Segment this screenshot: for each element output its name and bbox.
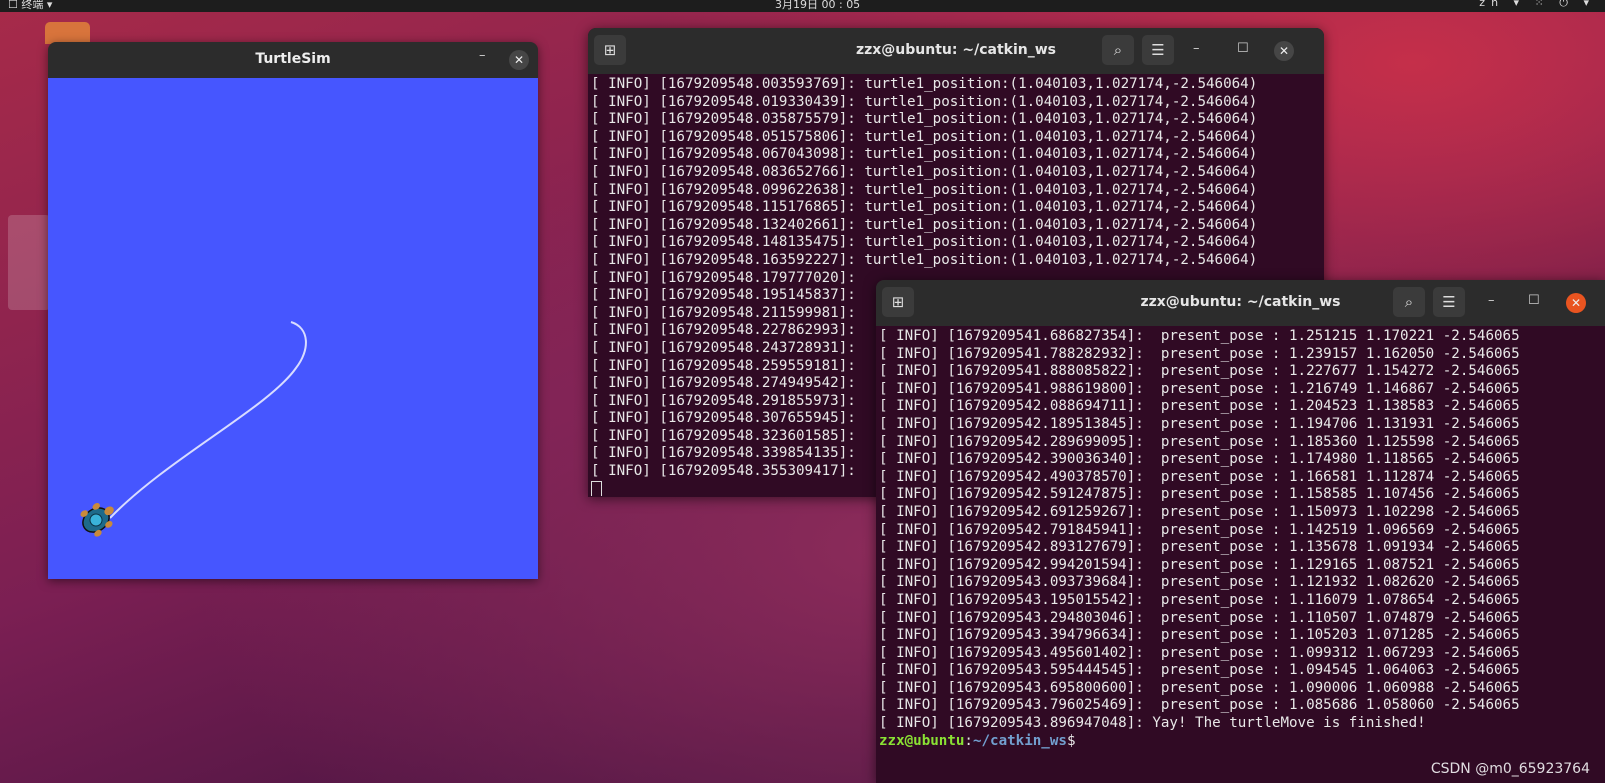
terminal-line: [ INFO] [1679209541.988619800]: present_…: [879, 380, 1520, 397]
turtlesim-window: TurtleSim – ✕: [48, 42, 538, 579]
maximize-icon: ☐: [1237, 41, 1249, 56]
menu-button[interactable]: ☰: [1142, 35, 1174, 65]
terminal-titlebar[interactable]: ⊞ zzx@ubuntu: ~/catkin_ws ⌕ ☰ – ☐ ✕: [876, 280, 1605, 326]
search-button[interactable]: ⌕: [1102, 35, 1134, 65]
hamburger-menu-icon: ☰: [1442, 293, 1456, 311]
terminal-line: [ INFO] [1679209543.595444545]: present_…: [879, 662, 1520, 679]
terminal-line: [ INFO] [1679209548.099622638]: turtle1_…: [591, 181, 1258, 198]
turtle-trail: [109, 321, 307, 519]
terminal-line: [ INFO] [1679209542.390036340]: present_…: [879, 451, 1520, 468]
folder-icon[interactable]: [45, 22, 90, 44]
turtlesim-canvas: [48, 78, 538, 579]
terminal-line: [ INFO] [1679209543.294803046]: present_…: [879, 609, 1520, 626]
terminal-line: [ INFO] [1679209548.115176865]: turtle1_…: [591, 199, 1258, 216]
search-icon: ⌕: [1404, 293, 1414, 311]
terminal-line: [ INFO] [1679209542.893127679]: present_…: [879, 539, 1520, 556]
prompt-path: ~/catkin_ws: [972, 732, 1067, 749]
minimize-button[interactable]: –: [1488, 293, 1495, 308]
watermark: CSDN @m0_65923764: [1430, 761, 1590, 777]
terminal-line: [ INFO] [1679209542.088694711]: present_…: [879, 398, 1520, 415]
maximize-button[interactable]: ☐: [1237, 41, 1249, 56]
clock[interactable]: 3月19日 00 : 05: [775, 0, 860, 12]
prompt-separator: :: [964, 732, 973, 749]
turtle-path-drawing: [80, 321, 307, 537]
terminal-line: [ INFO] [1679209548.083652766]: turtle1_…: [591, 163, 1258, 180]
hamburger-menu-icon: ☰: [1151, 41, 1165, 59]
minimize-button[interactable]: –: [479, 48, 486, 63]
terminal-line: [ INFO] [1679209548.148135475]: turtle1_…: [591, 234, 1258, 251]
terminal-window-2: ⊞ zzx@ubuntu: ~/catkin_ws ⌕ ☰ – ☐ ✕ [ IN…: [876, 280, 1605, 783]
search-icon: ⌕: [1113, 41, 1123, 59]
minimize-button[interactable]: –: [1193, 41, 1200, 56]
terminal-line: [ INFO] [1679209548.019330439]: turtle1_…: [591, 93, 1258, 110]
terminal-line: [ INFO] [1679209548.035875579]: turtle1_…: [591, 111, 1258, 128]
terminal-line: [ INFO] [1679209543.394796634]: present_…: [879, 627, 1520, 644]
close-button[interactable]: ✕: [1566, 293, 1586, 313]
window-title: TurtleSim: [255, 51, 331, 67]
terminal-line: [ INFO] [1679209541.788282932]: present_…: [879, 345, 1520, 362]
maximize-button[interactable]: ☐: [1528, 293, 1540, 308]
prompt-symbol: $: [1066, 732, 1076, 749]
terminal-line: [ INFO] [1679209548.163592227]: turtle1_…: [591, 251, 1258, 268]
desktop-dock-item[interactable]: [8, 215, 50, 310]
terminal-line: [ INFO] [1679209541.686827354]: present_…: [879, 328, 1520, 344]
turtlesim-titlebar[interactable]: TurtleSim – ✕: [48, 42, 538, 78]
terminal-title: zzx@ubuntu: ~/catkin_ws: [1140, 294, 1341, 310]
terminal-line: [ INFO] [1679209543.495601402]: present_…: [879, 644, 1520, 661]
terminal-line: [ INFO] [1679209542.591247875]: present_…: [879, 486, 1520, 503]
cursor: [591, 480, 602, 496]
terminal-line: [ INFO] [1679209542.490378570]: present_…: [879, 468, 1520, 485]
terminal-line: [ INFO] [1679209548.132402661]: turtle1_…: [591, 216, 1258, 233]
terminal-titlebar[interactable]: ⊞ zzx@ubuntu: ~/catkin_ws ⌕ ☰ – ☐ ✕: [588, 28, 1324, 74]
search-button[interactable]: ⌕: [1393, 287, 1425, 317]
close-button[interactable]: ✕: [509, 50, 529, 70]
system-tray[interactable]: zh ▾ ⁙ ⏻ ▾: [1479, 0, 1595, 10]
terminal-line: [ INFO] [1679209542.994201594]: present_…: [879, 556, 1520, 573]
minimize-icon: –: [1193, 41, 1200, 56]
minimize-icon: –: [1488, 293, 1495, 308]
terminal-line: [ INFO] [1679209541.888085822]: present_…: [879, 363, 1520, 380]
turtle-icon: [80, 503, 114, 537]
terminal-line: [ INFO] [1679209542.791845941]: present_…: [879, 521, 1520, 538]
terminal-line: [ INFO] [1679209548.003593769]: turtle1_…: [591, 76, 1258, 92]
terminal-line: [ INFO] [1679209543.093739684]: present_…: [879, 574, 1520, 591]
activities-menu[interactable]: ☐ 终端 ▾: [8, 0, 52, 12]
top-bar: ☐ 终端 ▾ 3月19日 00 : 05 zh ▾ ⁙ ⏻ ▾: [0, 0, 1605, 12]
terminal-line: [ INFO] [1679209543.695800600]: present_…: [879, 679, 1520, 696]
close-button[interactable]: ✕: [1274, 41, 1294, 61]
terminal-line: [ INFO] [1679209543.796025469]: present_…: [879, 697, 1520, 714]
terminal-line: [ INFO] [1679209543.195015542]: present_…: [879, 591, 1520, 608]
terminal-line: [ INFO] [1679209548.051575806]: turtle1_…: [591, 128, 1258, 145]
terminal-line: [ INFO] [1679209542.289699095]: present_…: [879, 433, 1520, 450]
terminal-title: zzx@ubuntu: ~/catkin_ws: [855, 42, 1056, 58]
maximize-icon: ☐: [1528, 293, 1540, 308]
terminal-output[interactable]: [ INFO] [1679209541.686827354]: present_…: [879, 328, 1605, 783]
prompt-user: zzx@ubuntu: [879, 732, 965, 749]
menu-button[interactable]: ☰: [1433, 287, 1465, 317]
terminal-line: [ INFO] [1679209542.189513845]: present_…: [879, 415, 1520, 432]
close-icon: ✕: [1278, 44, 1290, 58]
terminal-line: [ INFO] [1679209548.067043098]: turtle1_…: [591, 146, 1258, 163]
terminal-line: [ INFO] [1679209543.896947048]: Yay! The…: [879, 715, 1426, 732]
shell-prompt[interactable]: zzx@ubuntu:~/catkin_ws$: [879, 733, 1605, 751]
terminal-line: [ INFO] [1679209542.691259267]: present_…: [879, 503, 1520, 520]
close-icon: ✕: [1570, 296, 1582, 310]
